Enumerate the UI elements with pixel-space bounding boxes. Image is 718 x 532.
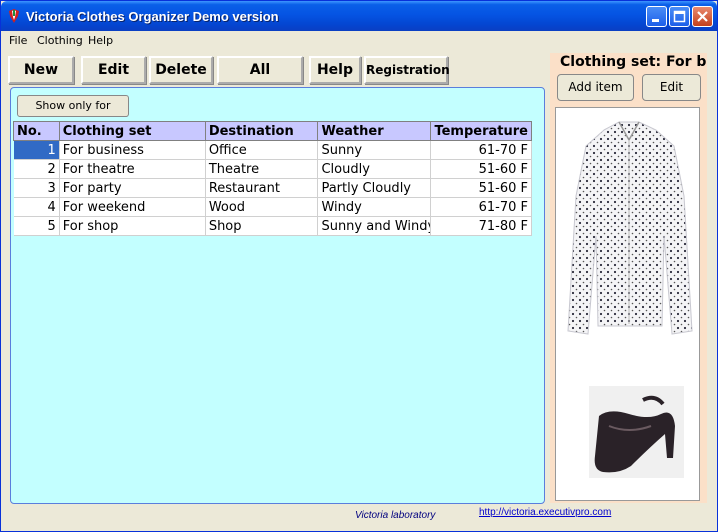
cell-weather[interactable]: Windy: [317, 197, 432, 217]
cell-no[interactable]: 3: [13, 178, 60, 198]
add-item-button[interactable]: Add item: [557, 74, 634, 101]
registration-button[interactable]: Registration: [364, 56, 450, 84]
cell-weather[interactable]: Sunny and Windy: [317, 216, 432, 236]
blouse-image[interactable]: [564, 116, 694, 338]
app-window: Victoria Clothes Organizer Demo version …: [0, 0, 718, 532]
cell-destination[interactable]: Shop: [205, 216, 319, 236]
cell-weather[interactable]: Sunny: [317, 140, 432, 160]
menu-file[interactable]: File: [9, 34, 27, 47]
cell-temperature[interactable]: 61-70 F: [430, 197, 532, 217]
preview-title: Clothing set: For business: [560, 54, 707, 70]
cell-no[interactable]: 4: [13, 197, 60, 217]
website-link[interactable]: http://victoria.executivpro.com: [479, 507, 611, 518]
edit-button[interactable]: Edit: [81, 56, 146, 84]
status-bar: Victoria laboratory http://victoria.exec…: [1, 507, 717, 531]
table-header-row: No. Clothing set Destination Weather Tem…: [13, 121, 532, 141]
cell-clothing-set[interactable]: For party: [59, 178, 206, 198]
credit-text: Victoria laboratory: [355, 510, 436, 521]
menu-help[interactable]: Help: [88, 34, 113, 47]
preview-image-area: [555, 107, 700, 501]
cell-temperature[interactable]: 71-80 F: [430, 216, 532, 236]
cell-clothing-set[interactable]: For business: [59, 140, 206, 160]
cell-temperature[interactable]: 51-60 F: [430, 159, 532, 179]
preview-edit-button[interactable]: Edit: [642, 74, 701, 101]
cell-temperature[interactable]: 61-70 F: [430, 140, 532, 160]
delete-button[interactable]: Delete: [149, 56, 213, 84]
table-row[interactable]: 1 For business Office Sunny 61-70 F: [13, 140, 532, 160]
table-row[interactable]: 2 For theatre Theatre Cloudly 51-60 F: [13, 159, 532, 179]
maximize-icon: [673, 10, 686, 23]
cell-no[interactable]: 2: [13, 159, 60, 179]
cell-clothing-set[interactable]: For shop: [59, 216, 206, 236]
close-icon: [697, 11, 708, 22]
new-set-button[interactable]: New Set: [8, 56, 74, 102]
column-header-no[interactable]: No.: [13, 121, 60, 141]
table-row[interactable]: 4 For weekend Wood Windy 61-70 F: [13, 197, 532, 217]
cell-weather[interactable]: Cloudly: [317, 159, 432, 179]
column-header-weather[interactable]: Weather: [317, 121, 432, 141]
show-only-for-button[interactable]: Show only for: [17, 95, 129, 117]
cell-temperature[interactable]: 51-60 F: [430, 178, 532, 198]
cell-destination[interactable]: Office: [205, 140, 319, 160]
clothing-set-preview-panel: Clothing set: For business Add item Edit: [550, 53, 707, 503]
cell-destination[interactable]: Wood: [205, 197, 319, 217]
clothing-sets-table: No. Clothing set Destination Weather Tem…: [13, 121, 532, 236]
table-row[interactable]: 3 For party Restaurant Partly Cloudly 51…: [13, 178, 532, 198]
cell-clothing-set[interactable]: For weekend: [59, 197, 206, 217]
table-row[interactable]: 5 For shop Shop Sunny and Windy 71-80 F: [13, 216, 532, 236]
help-button[interactable]: Help: [309, 56, 361, 84]
maximize-button[interactable]: [669, 6, 690, 27]
column-header-destination[interactable]: Destination: [204, 121, 319, 141]
window-title: Victoria Clothes Organizer Demo version: [26, 9, 279, 24]
menu-bar: File Clothing Help: [1, 31, 717, 50]
cell-no[interactable]: 1: [13, 140, 60, 160]
cell-destination[interactable]: Theatre: [205, 159, 319, 179]
minimize-icon: [652, 19, 659, 22]
app-icon: [9, 9, 19, 23]
clothing-sets-panel: Show only for No. Clothing set Destinati…: [10, 87, 545, 504]
menu-clothing[interactable]: Clothing: [37, 34, 83, 47]
cell-destination[interactable]: Restaurant: [205, 178, 319, 198]
shoe-image[interactable]: [589, 386, 684, 478]
all-clothes-button[interactable]: All Clothes: [217, 56, 303, 102]
title-bar[interactable]: Victoria Clothes Organizer Demo version: [1, 1, 717, 31]
column-header-temperature[interactable]: Temperature: [430, 121, 532, 141]
cell-no[interactable]: 5: [13, 216, 60, 236]
minimize-button[interactable]: [646, 6, 667, 27]
toolbar: New Set Edit Delete All Clothes Help Reg…: [5, 53, 545, 102]
cell-weather[interactable]: Partly Cloudly: [317, 178, 432, 198]
close-button[interactable]: [692, 6, 713, 27]
cell-clothing-set[interactable]: For theatre: [59, 159, 206, 179]
column-header-clothing-set[interactable]: Clothing set: [58, 121, 206, 141]
